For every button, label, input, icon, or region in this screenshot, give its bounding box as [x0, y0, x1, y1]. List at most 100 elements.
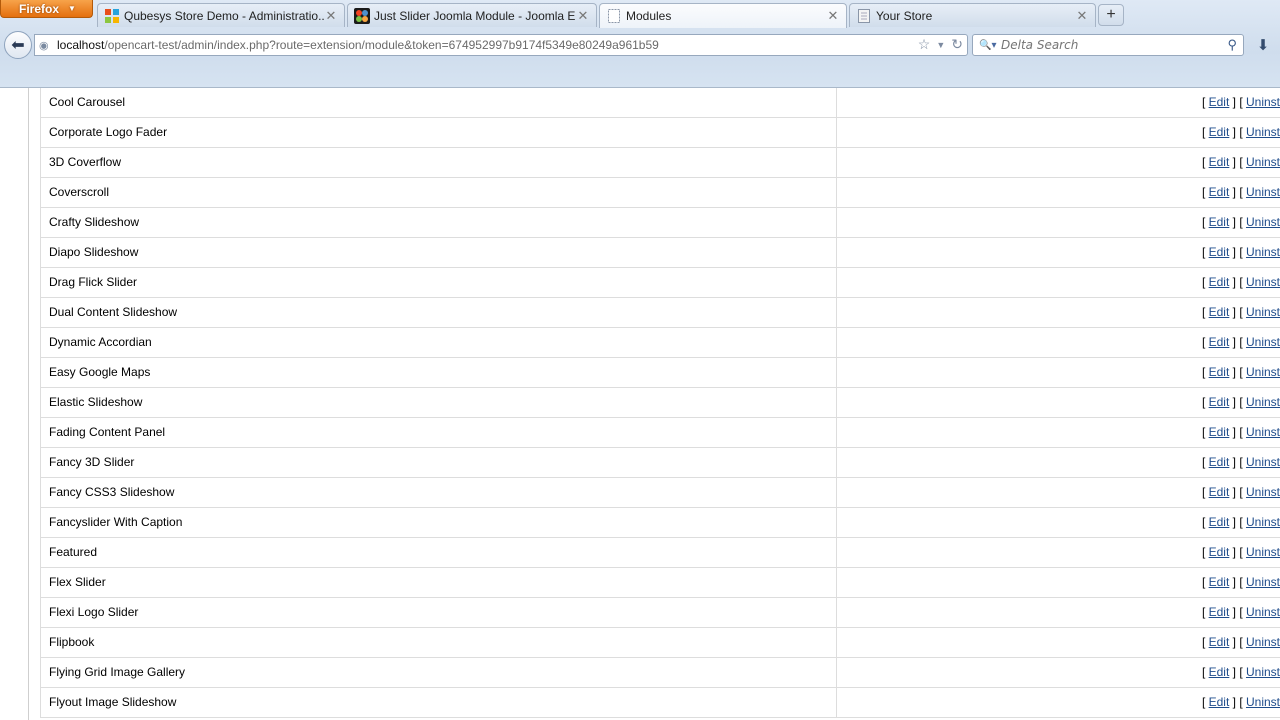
edit-link[interactable]: Edit	[1209, 455, 1230, 469]
uninstall-link[interactable]: Uninst	[1246, 425, 1280, 439]
close-icon[interactable]: ✕	[826, 8, 840, 24]
module-name: Cool Carousel	[40, 88, 837, 118]
bookmark-star-icon[interactable]: ☆	[918, 36, 931, 54]
edit-link[interactable]: Edit	[1209, 575, 1230, 589]
table-row: Easy Google Maps [ Edit ] [ Uninst	[40, 357, 1280, 388]
uninstall-link[interactable]: Uninst	[1246, 335, 1280, 349]
edit-link[interactable]: Edit	[1209, 605, 1230, 619]
tab-modules[interactable]: Modules ✕	[599, 3, 847, 28]
uninstall-link[interactable]: Uninst	[1246, 575, 1280, 589]
module-actions: [ Edit ] [ Uninst	[1158, 567, 1280, 598]
back-arrow-icon: ⬅	[11, 37, 25, 54]
tab-title: Modules	[626, 9, 672, 23]
module-name: Coverscroll	[40, 177, 837, 208]
edit-link[interactable]: Edit	[1209, 245, 1230, 259]
url-bar[interactable]: ◉ localhost/opencart-test/admin/index.ph…	[34, 34, 968, 56]
bracket-text: ] [	[1229, 245, 1246, 259]
search-icon[interactable]: ⚲	[1227, 37, 1237, 53]
edit-link[interactable]: Edit	[1209, 155, 1230, 169]
edit-link[interactable]: Edit	[1209, 185, 1230, 199]
bracket-text: [	[1201, 185, 1209, 199]
bracket-text: [	[1201, 695, 1209, 709]
module-actions: [ Edit ] [ Uninst	[1158, 267, 1280, 298]
edit-link[interactable]: Edit	[1209, 695, 1230, 709]
uninstall-link[interactable]: Uninst	[1246, 215, 1280, 229]
uninstall-link[interactable]: Uninst	[1246, 275, 1280, 289]
firefox-menu-button[interactable]: Firefox ▼	[0, 0, 93, 18]
uninstall-link[interactable]: Uninst	[1246, 95, 1280, 109]
uninstall-link[interactable]: Uninst	[1246, 485, 1280, 499]
module-status	[836, 177, 1159, 208]
chevron-down-icon: ▼	[68, 4, 76, 13]
module-status	[836, 357, 1159, 388]
module-name: Flex Slider	[40, 567, 837, 598]
bracket-text: [	[1201, 305, 1209, 319]
bracket-text: [	[1201, 215, 1209, 229]
uninstall-link[interactable]: Uninst	[1246, 245, 1280, 259]
bracket-text: ] [	[1229, 455, 1246, 469]
uninstall-link[interactable]: Uninst	[1246, 395, 1280, 409]
edit-link[interactable]: Edit	[1209, 425, 1230, 439]
uninstall-link[interactable]: Uninst	[1246, 455, 1280, 469]
uninstall-link[interactable]: Uninst	[1246, 605, 1280, 619]
module-name: 3D Coverflow	[40, 147, 837, 178]
module-status	[836, 327, 1159, 358]
bracket-text: ] [	[1229, 305, 1246, 319]
edit-link[interactable]: Edit	[1209, 335, 1230, 349]
search-bar[interactable]: 🔍▾ ⚲	[972, 34, 1244, 56]
download-icon[interactable]: ⬇	[1254, 36, 1272, 54]
uninstall-link[interactable]: Uninst	[1246, 125, 1280, 139]
edit-link[interactable]: Edit	[1209, 125, 1230, 139]
tab-just-slider[interactable]: Just Slider Joomla Module - Joomla E... …	[347, 3, 597, 27]
tab-your-store[interactable]: Your Store ✕	[849, 3, 1096, 27]
search-engine-icon[interactable]: 🔍▾	[973, 40, 1001, 51]
uninstall-link[interactable]: Uninst	[1246, 635, 1280, 649]
bracket-text: ] [	[1229, 275, 1246, 289]
edit-link[interactable]: Edit	[1209, 365, 1230, 379]
uninstall-link[interactable]: Uninst	[1246, 515, 1280, 529]
uninstall-link[interactable]: Uninst	[1246, 365, 1280, 379]
edit-link[interactable]: Edit	[1209, 545, 1230, 559]
bracket-text: [	[1201, 545, 1209, 559]
edit-link[interactable]: Edit	[1209, 515, 1230, 529]
uninstall-link[interactable]: Uninst	[1246, 545, 1280, 559]
edit-link[interactable]: Edit	[1209, 95, 1230, 109]
edit-link[interactable]: Edit	[1209, 305, 1230, 319]
edit-link[interactable]: Edit	[1209, 665, 1230, 679]
left-divider	[28, 88, 29, 720]
module-name: Diapo Slideshow	[40, 237, 837, 268]
close-icon[interactable]: ✕	[1075, 8, 1089, 24]
bracket-text: ] [	[1229, 635, 1246, 649]
uninstall-link[interactable]: Uninst	[1246, 185, 1280, 199]
edit-link[interactable]: Edit	[1209, 485, 1230, 499]
page-content: Cool Carousel[ Edit ] [ Uninst Corporate …	[0, 88, 1280, 720]
module-name: Flexi Logo Slider	[40, 597, 837, 628]
module-name: Flying Grid Image Gallery	[40, 657, 837, 688]
bracket-text: [	[1201, 605, 1209, 619]
close-icon[interactable]: ✕	[324, 8, 338, 24]
bracket-text: [	[1201, 425, 1209, 439]
reload-icon[interactable]: ↻	[951, 36, 963, 54]
edit-link[interactable]: Edit	[1209, 395, 1230, 409]
tab-qubesys[interactable]: Qubesys Store Demo - Administratio... ✕	[97, 3, 345, 27]
search-input[interactable]	[1001, 38, 1211, 52]
close-icon[interactable]: ✕	[576, 8, 590, 24]
module-actions: [ Edit ] [ Uninst	[1158, 627, 1280, 658]
uninstall-link[interactable]: Uninst	[1246, 695, 1280, 709]
edit-link[interactable]: Edit	[1209, 215, 1230, 229]
module-name: Flyout Image Slideshow	[40, 687, 837, 718]
uninstall-link[interactable]: Uninst	[1246, 665, 1280, 679]
new-tab-button[interactable]: +	[1098, 4, 1124, 26]
module-name: Crafty Slideshow	[40, 207, 837, 238]
table-row: Flex Slider [ Edit ] [ Uninst	[40, 567, 1280, 598]
module-actions: [ Edit ] [ Uninst	[1158, 297, 1280, 328]
bracket-text: ] [	[1229, 215, 1246, 229]
history-dropdown-icon[interactable]: ▼	[936, 36, 945, 54]
edit-link[interactable]: Edit	[1209, 635, 1230, 649]
bracket-text: [	[1201, 155, 1209, 169]
edit-link[interactable]: Edit	[1209, 275, 1230, 289]
table-row: 3D Coverflow [ Edit ] [ Uninst	[40, 147, 1280, 178]
back-button[interactable]: ⬅	[4, 31, 32, 59]
uninstall-link[interactable]: Uninst	[1246, 155, 1280, 169]
uninstall-link[interactable]: Uninst	[1246, 305, 1280, 319]
